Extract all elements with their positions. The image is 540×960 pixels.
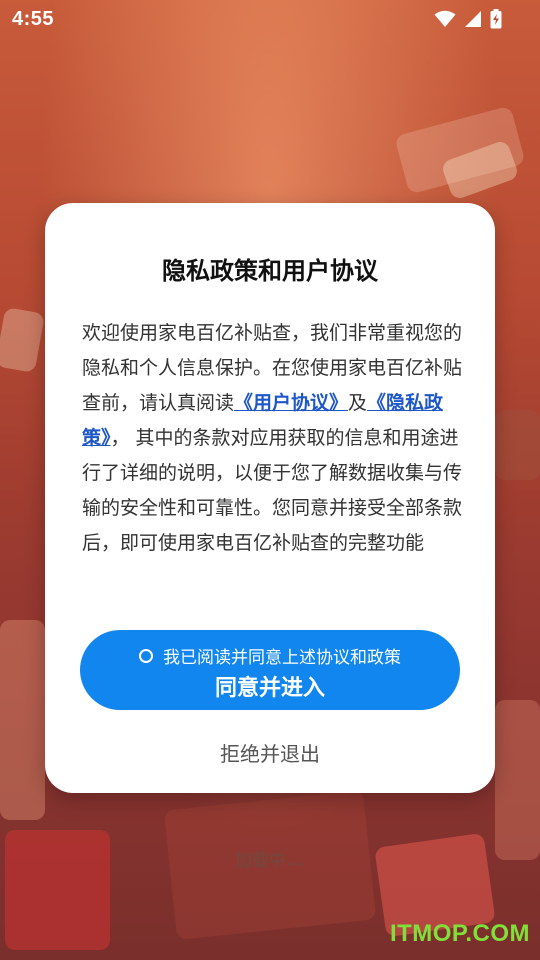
user-agreement-link[interactable]: 《用户协议》	[234, 392, 348, 414]
watermark: ITMOP.COM	[389, 920, 530, 947]
signal-icon	[465, 11, 481, 27]
agree-button-label: 同意并进入	[214, 676, 325, 701]
privacy-dialog: 隐私政策和用户协议 欢迎使用家电百亿补贴查，我们非常重视您的隐私和个人信息保护。…	[45, 203, 495, 793]
dialog-body: 欢迎使用家电百亿补贴查，我们非常重视您的隐私和个人信息保护。在您使用家电百亿补贴…	[82, 316, 464, 561]
battery-charging-icon	[490, 9, 502, 29]
bg-decoration-building	[0, 620, 45, 820]
wifi-icon	[434, 10, 456, 27]
bg-decoration-coupon	[0, 306, 45, 374]
loading-text: 加载中...	[234, 851, 306, 871]
status-icons	[434, 9, 502, 29]
bg-decoration-sofa	[495, 410, 540, 480]
status-bar: 4:55	[0, 0, 540, 40]
consent-checkbox[interactable]	[139, 648, 153, 663]
bg-decoration-building	[495, 700, 540, 860]
reject-and-exit-button[interactable]: 拒绝并退出	[45, 738, 495, 767]
body-text-details: ， 其中的条款对应用获取的信息和用途进行了详细的说明，以便于您了解数据收集与传输…	[82, 427, 463, 554]
consent-checkbox-row[interactable]: 我已阅读并同意上述协议和政策	[80, 643, 460, 668]
body-text-and: 及	[348, 392, 368, 414]
consent-checkbox-label: 我已阅读并同意上述协议和政策	[163, 648, 401, 668]
agree-and-enter-button[interactable]: 我已阅读并同意上述协议和政策 同意并进入	[80, 630, 460, 710]
dialog-title: 隐私政策和用户协议	[162, 257, 378, 285]
status-time: 4:55	[12, 8, 55, 30]
